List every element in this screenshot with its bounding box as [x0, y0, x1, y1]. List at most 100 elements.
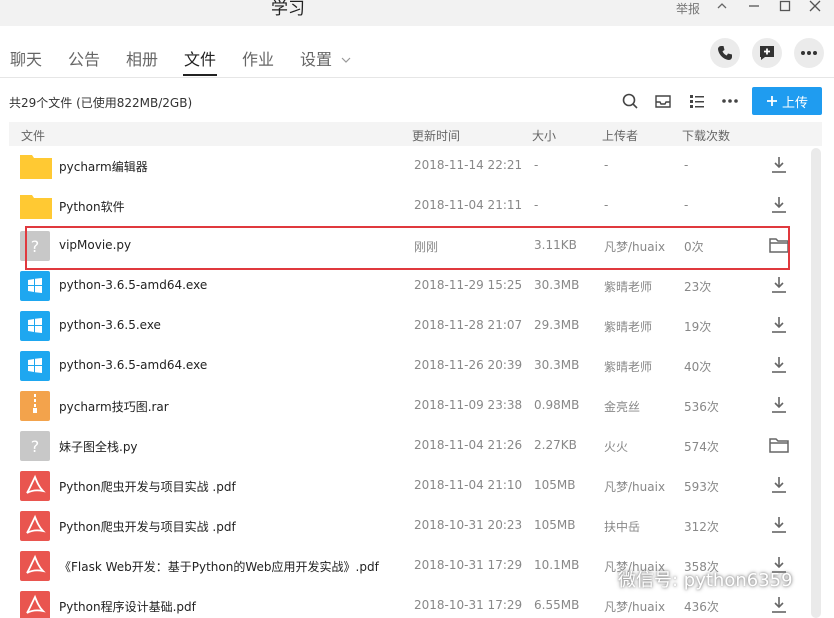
file-row[interactable]: ? 妹子图全栈.py 2018-11-04 21:26 2.27KB 火火 574次 — [9, 426, 822, 466]
file-name[interactable]: python-3.6.5.exe — [59, 318, 161, 332]
file-size: 29.3MB — [534, 318, 580, 332]
call-button[interactable] — [710, 38, 740, 68]
inbox-icon[interactable] — [654, 92, 672, 110]
file-name[interactable]: Python程序设计基础.pdf — [59, 598, 196, 615]
tab-announcement[interactable]: 公告 — [68, 46, 100, 70]
file-row[interactable]: python-3.6.5.exe 2018-11-28 21:07 29.3MB 紫晴… — [9, 306, 822, 346]
report-link[interactable]: 举报 — [676, 0, 700, 17]
file-time: 2018-11-26 20:39 — [414, 358, 523, 372]
file-download-count: 574次 — [684, 440, 719, 454]
phone-icon — [718, 46, 732, 60]
file-uploader: 金亮丝 — [604, 400, 641, 414]
download-icon[interactable] — [769, 516, 791, 536]
file-row[interactable]: python-3.6.5-amd64.exe 2018-11-26 20:39 30… — [9, 346, 822, 386]
column-size[interactable]: 大小 — [532, 127, 556, 144]
file-time: 2018-11-04 21:11 — [414, 198, 523, 212]
file-name[interactable]: python-3.6.5-amd64.exe — [59, 278, 207, 292]
column-name[interactable]: 文件 — [21, 127, 45, 144]
close-icon[interactable] — [806, 0, 824, 14]
file-name[interactable]: 妹子图全栈.py — [59, 438, 138, 455]
storage-summary: 共29个文件 (已使用822MB/2GB) — [9, 96, 193, 110]
file-size: 6.55MB — [534, 598, 580, 612]
file-list-header: 文件 更新时间 大小 上传者 下载次数 — [9, 122, 822, 146]
maximize-icon[interactable] — [776, 0, 794, 14]
more-options-icon[interactable] — [721, 92, 739, 110]
download-icon[interactable] — [769, 476, 791, 496]
list-view-icon[interactable] — [688, 92, 706, 110]
tab-homework[interactable]: 作业 — [242, 46, 274, 70]
tab-settings[interactable]: 设置 — [300, 46, 351, 70]
pin-icon[interactable] — [713, 0, 731, 14]
tab-files[interactable]: 文件 — [184, 46, 216, 70]
column-uploader[interactable]: 上传者 — [602, 127, 638, 144]
download-icon[interactable] — [769, 276, 791, 296]
search-icon[interactable] — [621, 92, 639, 110]
folder-open-icon[interactable] — [769, 436, 791, 456]
add-message-button[interactable] — [752, 38, 782, 68]
file-uploader: - — [604, 158, 609, 172]
file-list: 文件 更新时间 大小 上传者 下载次数 pycharm编辑器 2018-11-14… — [9, 122, 822, 618]
tab-chat[interactable]: 聊天 — [10, 46, 42, 70]
minimize-icon[interactable] — [745, 0, 763, 14]
file-row[interactable]: python-3.6.5-amd64.exe 2018-11-29 15:25 30… — [9, 266, 822, 306]
watermark-text: 微信号: python6359 — [618, 570, 793, 591]
chevron-down-icon — [341, 57, 351, 63]
file-download-count: 40次 — [684, 360, 712, 374]
upload-button[interactable]: 上传 — [752, 87, 822, 115]
folder-icon — [20, 191, 52, 221]
file-download-count: 536次 — [684, 400, 719, 414]
more-button[interactable] — [794, 38, 824, 68]
file-size: 10.1MB — [534, 558, 580, 572]
file-download-count: 593次 — [684, 480, 719, 494]
file-size: 30.3MB — [534, 358, 580, 372]
file-row[interactable]: pycharm编辑器 2018-11-14 22:21- - - — [9, 146, 822, 186]
file-time: 2018-10-31 20:23 — [414, 518, 523, 532]
pdf-icon — [20, 511, 52, 541]
file-time: 2018-11-28 21:07 — [414, 318, 523, 332]
pdf-icon — [20, 551, 52, 581]
download-icon[interactable] — [769, 196, 791, 216]
download-icon[interactable] — [769, 316, 791, 336]
column-time[interactable]: 更新时间 — [412, 127, 460, 144]
file-name[interactable]: Python软件 — [59, 198, 125, 215]
file-uploader: 凡梦/huaix — [604, 480, 666, 494]
file-time: 2018-11-29 15:25 — [414, 278, 523, 292]
file-name[interactable]: pycharm编辑器 — [59, 158, 148, 175]
file-name[interactable]: Python爬虫开发与项目实战 .pdf — [59, 478, 236, 495]
add-chat-icon — [760, 46, 774, 60]
download-icon[interactable] — [769, 596, 791, 616]
scrollbar[interactable] — [811, 148, 821, 618]
file-uploader: 火火 — [604, 440, 629, 454]
download-icon[interactable] — [769, 396, 791, 416]
file-name[interactable]: 《Flask Web开发：基于Python的Web应用开发实战》.pdf — [59, 558, 379, 575]
file-size: 0.98MB — [534, 398, 580, 412]
file-time: 2018-10-31 17:29 — [414, 598, 523, 612]
plus-icon — [766, 96, 777, 106]
file-name[interactable]: python-3.6.5-amd64.exe — [59, 358, 207, 372]
file-size: 30.3MB — [534, 278, 580, 292]
file-row[interactable]: Python爬虫开发与项目实战 .pdf 2018-10-31 20:23 105M… — [9, 506, 822, 546]
download-icon[interactable] — [769, 156, 791, 176]
archive-icon — [20, 391, 52, 421]
file-time: 2018-11-09 23:38 — [414, 398, 523, 412]
column-download-count[interactable]: 下载次数 — [682, 127, 730, 144]
windows-icon — [20, 351, 52, 381]
wechat-icon — [590, 569, 614, 588]
file-size: 2.27KB — [534, 438, 577, 452]
title-bar: 学习 举报 — [0, 0, 834, 26]
tab-album[interactable]: 相册 — [126, 46, 158, 70]
file-download-count: 23次 — [684, 280, 712, 294]
tab-bar: 聊天 公告 相册 文件 作业 设置 — [0, 26, 834, 78]
file-name[interactable]: Python爬虫开发与项目实战 .pdf — [59, 518, 236, 535]
more-icon — [801, 51, 817, 55]
file-row[interactable]: Python爬虫开发与项目实战 .pdf 2018-11-04 21:10 105M… — [9, 466, 822, 506]
file-download-count: 312次 — [684, 520, 719, 534]
file-name[interactable]: pycharm技巧图.rar — [59, 398, 169, 415]
file-time: 2018-10-31 17:29 — [414, 558, 523, 572]
file-uploader: 紫晴老师 — [604, 360, 653, 374]
upload-label: 上传 — [781, 95, 808, 111]
file-row[interactable]: pycharm技巧图.rar 2018-11-09 23:38 0.98MB 金亮丝 5… — [9, 386, 822, 426]
unknown-file-icon: ? — [20, 431, 52, 461]
file-row[interactable]: Python软件 2018-11-04 21:11- - - — [9, 186, 822, 226]
download-icon[interactable] — [769, 356, 791, 376]
